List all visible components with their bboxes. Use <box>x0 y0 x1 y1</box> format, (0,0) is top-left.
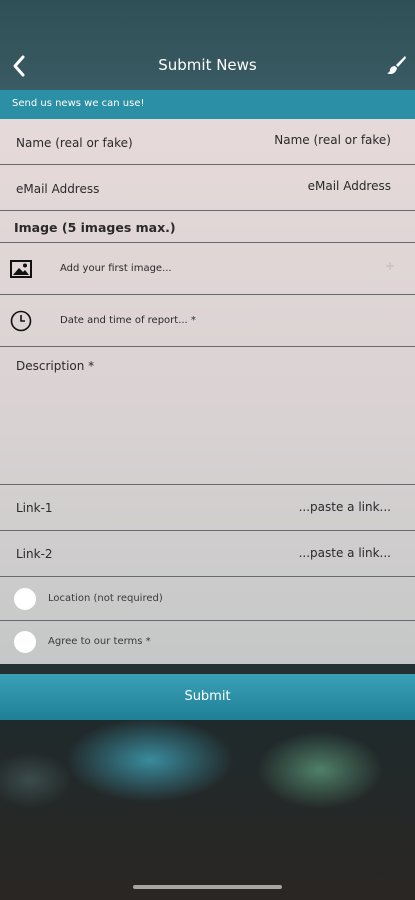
name-field[interactable]: Name (real or fake) Name (real or fake) <box>0 119 415 165</box>
location-checkbox[interactable] <box>14 588 36 610</box>
terms-label: Agree to our terms * <box>48 636 151 647</box>
image-section-label: Image (5 images max.) <box>14 220 176 235</box>
name-input[interactable]: Name (real or fake) <box>274 133 391 147</box>
email-field[interactable]: eMail Address eMail Address <box>0 165 415 211</box>
add-image-plus-icon[interactable]: + <box>385 259 395 273</box>
location-label: Location (not required) <box>48 593 163 604</box>
paintbrush-button[interactable] <box>385 54 407 76</box>
location-row[interactable]: Location (not required) <box>0 577 415 621</box>
link2-field[interactable]: Link-2 ...paste a link... <box>0 531 415 577</box>
page-title: Submit News <box>158 56 257 74</box>
paintbrush-icon <box>387 56 406 75</box>
link2-input[interactable]: ...paste a link... <box>299 546 391 560</box>
image-section-header: Image (5 images max.) <box>0 211 415 243</box>
link2-label: Link-2 <box>16 547 53 561</box>
submit-news-form: Name (real or fake) Name (real or fake) … <box>0 119 415 664</box>
name-label: Name (real or fake) <box>16 136 133 150</box>
description-field[interactable]: Description * <box>0 347 415 485</box>
email-label: eMail Address <box>16 182 100 196</box>
info-banner: Send us news we can use! <box>0 90 415 119</box>
link1-input[interactable]: ...paste a link... <box>299 500 391 514</box>
add-image-label: Add your first image... <box>60 263 172 274</box>
link1-label: Link-1 <box>16 501 53 515</box>
datetime-row[interactable]: Date and time of report... * <box>0 295 415 347</box>
terms-checkbox[interactable] <box>14 631 36 653</box>
home-indicator[interactable] <box>133 885 282 889</box>
terms-row[interactable]: Agree to our terms * <box>0 621 415 664</box>
header-bar: Submit News <box>0 0 415 90</box>
datetime-label: Date and time of report... * <box>60 315 196 326</box>
link1-field[interactable]: Link-1 ...paste a link... <box>0 485 415 531</box>
description-label: Description * <box>16 359 95 373</box>
add-image-row[interactable]: Add your first image... + <box>0 243 415 295</box>
submit-button[interactable]: Submit <box>0 674 415 720</box>
image-icon <box>10 260 32 278</box>
email-input[interactable]: eMail Address <box>308 179 391 193</box>
clock-icon <box>10 310 32 332</box>
